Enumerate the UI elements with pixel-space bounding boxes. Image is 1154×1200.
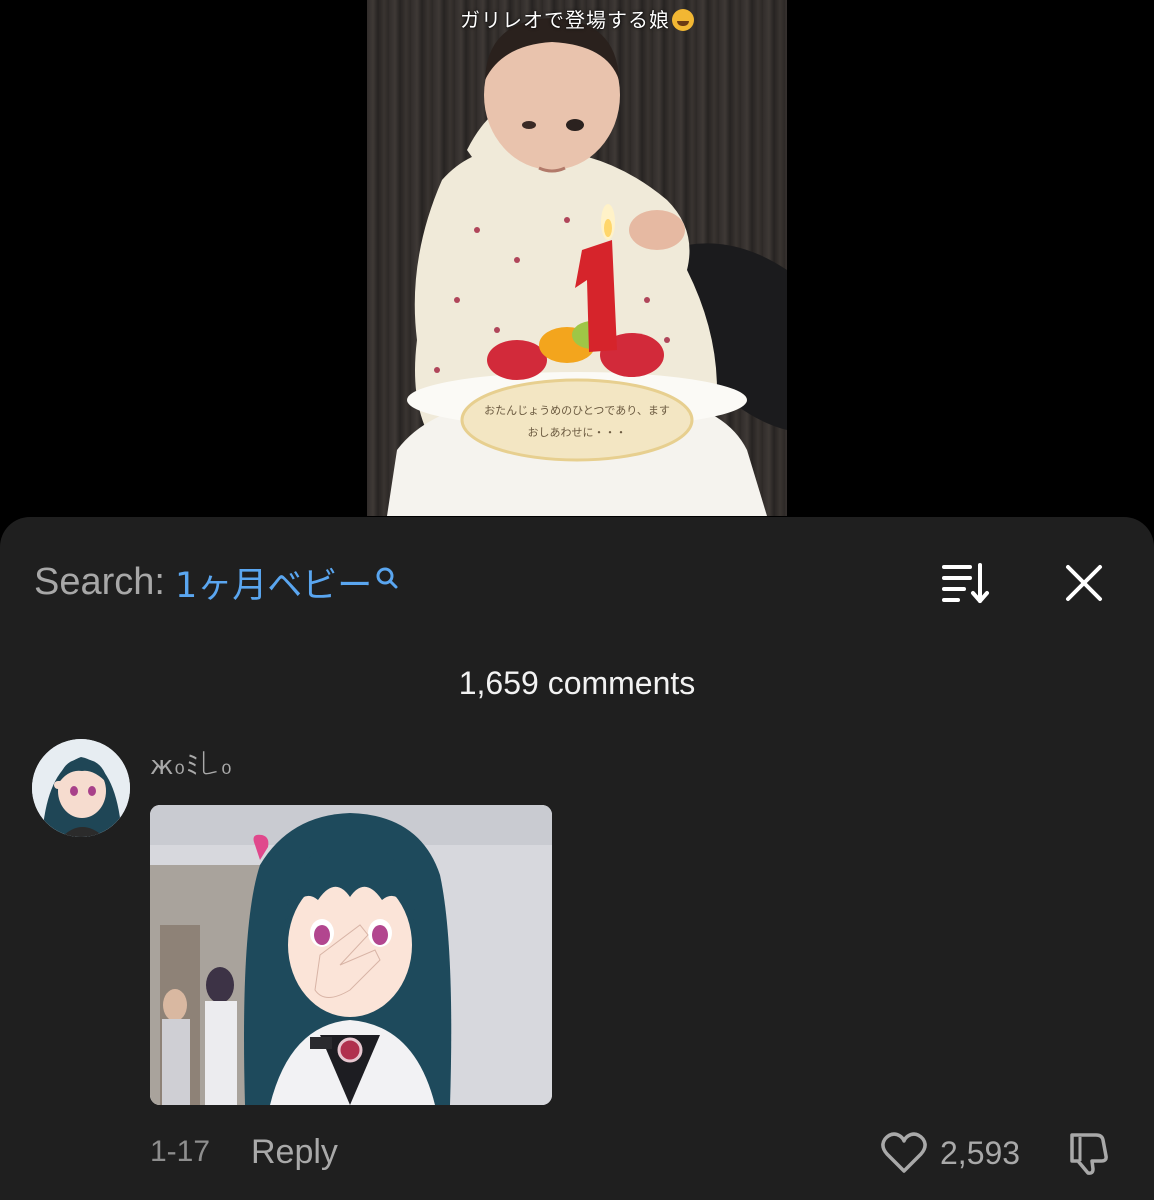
search-label: Search:	[34, 560, 165, 603]
video-caption: ガリレオで登場する娘	[367, 4, 787, 33]
video-player[interactable]: おたんじょうめのひとつであり、ます おしあわせに・・・ ガリレオで登場する娘	[0, 0, 1154, 520]
anime-character-avatar-image	[32, 739, 130, 837]
thumbs-down-icon	[1070, 1133, 1108, 1175]
plaque-line-1: おたんじょうめのひとつであり、ます	[484, 404, 670, 417]
video-frame[interactable]: おたんじょうめのひとつであり、ます おしあわせに・・・ ガリレオで登場する娘	[367, 0, 787, 516]
search-query-link[interactable]: 1ヶ月ベビー	[175, 557, 372, 608]
like-count: 2,593	[940, 1134, 1021, 1171]
heart-icon	[881, 1132, 927, 1173]
search-icon[interactable]	[374, 559, 400, 589]
reply-button[interactable]: Reply	[251, 1133, 338, 1172]
sort-icon	[942, 563, 989, 603]
avatar[interactable]	[32, 739, 130, 837]
search-bar[interactable]: Search: 1ヶ月ベビー	[34, 557, 400, 607]
laughing-emoji-icon	[672, 9, 694, 31]
comment-attached-image[interactable]	[150, 805, 552, 1105]
video-scene: おたんじょうめのひとつであり、ます おしあわせに・・・	[367, 0, 787, 516]
comment-date: 1-17	[150, 1135, 211, 1168]
like-button[interactable]: 2,593	[880, 1129, 1020, 1177]
dislike-button[interactable]	[1066, 1129, 1114, 1177]
comment-username[interactable]: ж₀ﾐ꒒₀	[150, 745, 233, 782]
anime-character-image	[150, 805, 552, 1105]
close-button[interactable]	[1060, 559, 1108, 607]
plaque-line-2: おしあわせに・・・	[528, 426, 627, 439]
comments-sheet: Search: 1ヶ月ベビー 1,659 comments ж₀ﾐ꒒₀ 1-17…	[0, 517, 1154, 1200]
comment-count: 1,659 comments	[458, 665, 696, 701]
close-icon	[1066, 565, 1102, 601]
video-caption-text: ガリレオで登場する娘	[460, 8, 670, 32]
sort-button[interactable]	[940, 561, 992, 605]
